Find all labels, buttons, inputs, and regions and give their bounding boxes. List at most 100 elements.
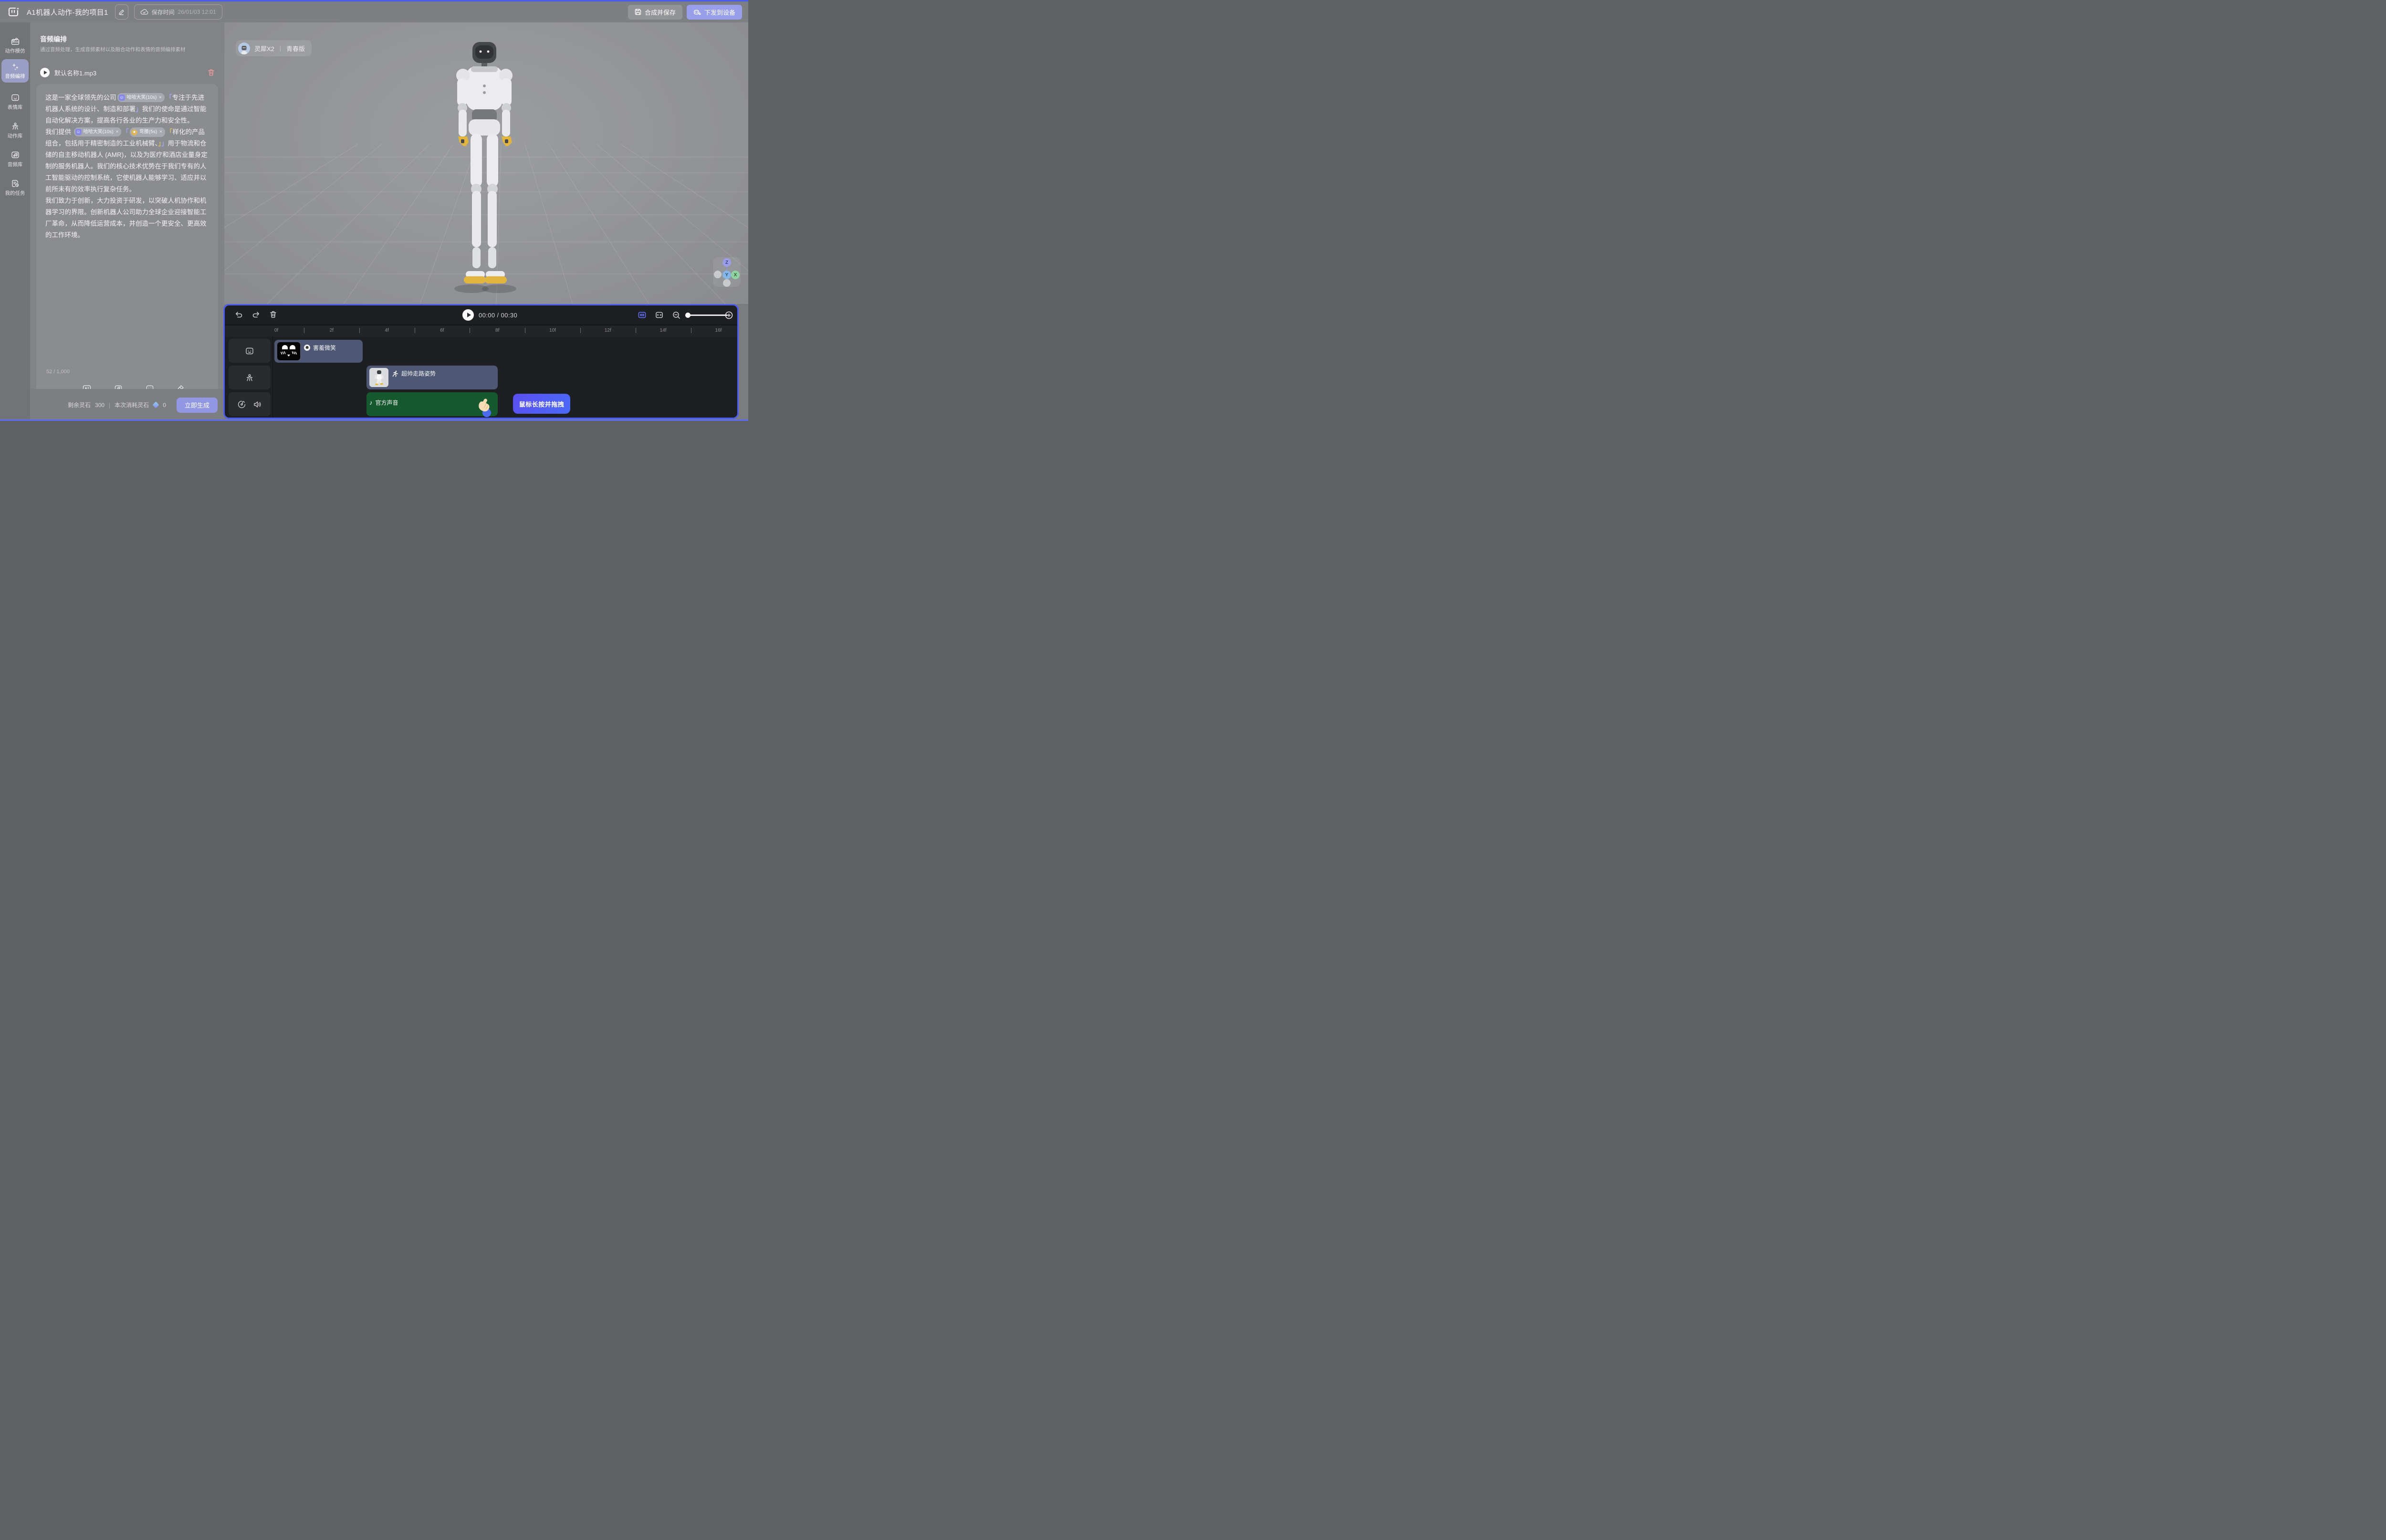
sidebar-item-audio-arrange[interactable]: 音频编排 bbox=[1, 59, 29, 83]
motion-track-header[interactable] bbox=[229, 366, 271, 389]
clapperboard-icon bbox=[11, 37, 20, 45]
y-axis-handle[interactable]: Y bbox=[722, 271, 731, 279]
sidebar-item-expression-library[interactable]: 表情库 bbox=[1, 90, 29, 114]
editor-text: 这是一家全球领先的公司 bbox=[45, 94, 116, 101]
axis-gizmo[interactable]: Z Y X bbox=[713, 257, 741, 287]
deploy-label: 下发到设备 bbox=[704, 8, 735, 17]
remaining-gems-label: 剩余灵石 bbox=[68, 401, 91, 409]
panel-subtitle: 通过音频处理，生成音频素材以及融合动作和表情的音频编排素材 bbox=[40, 46, 219, 53]
ruler-tick bbox=[580, 328, 581, 333]
consume-gems-value: 0 bbox=[163, 402, 166, 409]
ruler-frame-label: 4f bbox=[385, 328, 388, 333]
sidebar-item-label: 我的任务 bbox=[5, 189, 25, 197]
audio-arrange-panel: 音频编排 通过音频处理，生成音频素材以及融合动作和表情的音频编排素材 默认名称1… bbox=[30, 22, 224, 421]
tag-close-icon[interactable]: × bbox=[159, 128, 162, 136]
z-axis-handle[interactable]: Z bbox=[722, 258, 731, 267]
sidebar-item-motion-mimic[interactable]: 动作模仿 bbox=[1, 34, 29, 57]
save-status: 保存时间 26/01/03 12:01 bbox=[134, 4, 222, 20]
music-disc-icon bbox=[238, 400, 246, 409]
model-avatar bbox=[238, 42, 250, 54]
undo-button[interactable] bbox=[235, 311, 243, 318]
deploy-to-device-button[interactable]: 下发到设备 bbox=[687, 5, 742, 20]
audio-track-header[interactable] bbox=[229, 392, 271, 416]
zoom-slider-thumb[interactable] bbox=[685, 313, 691, 318]
delete-audio-icon[interactable] bbox=[208, 69, 215, 76]
char-count: 52 / 1,000 bbox=[46, 369, 70, 375]
music-box-icon bbox=[11, 151, 20, 159]
tag-close-icon[interactable]: × bbox=[159, 94, 162, 102]
sidebar-item-label: 动作模仿 bbox=[5, 47, 25, 54]
app-logo-icon bbox=[8, 6, 20, 18]
model-name: 灵犀X2 bbox=[254, 44, 274, 53]
expression-tag[interactable]: ☺哈哈大笑(10s)× bbox=[117, 93, 165, 103]
remaining-gems-value: 300 bbox=[95, 402, 105, 409]
purple-bracket: 」 bbox=[136, 105, 142, 113]
merge-save-label: 合成并保存 bbox=[645, 8, 676, 17]
hand-cursor-icon bbox=[473, 397, 493, 418]
timeline-zoom-slider[interactable] bbox=[686, 314, 728, 316]
ruler-tick bbox=[359, 328, 360, 333]
tag-label: 哈哈大笑(10s) bbox=[127, 94, 157, 102]
neg-x-axis-handle[interactable] bbox=[714, 271, 722, 278]
viewport-3d[interactable]: 灵犀X2 | 青春版 bbox=[224, 22, 748, 304]
auto-scroll-button[interactable] bbox=[655, 311, 663, 319]
robot-download-icon bbox=[693, 9, 701, 16]
ruler-frame-label: 6f bbox=[440, 328, 444, 333]
runner-icon bbox=[392, 370, 398, 377]
ruler-frame-label: 0f bbox=[274, 328, 278, 333]
ruler-frame-label: 2f bbox=[330, 328, 334, 333]
motion-clip[interactable]: 超帅走路姿势 bbox=[366, 366, 498, 389]
sidebar-item-label: 音频库 bbox=[8, 161, 23, 168]
panel-footer: 剩余灵石 300 | 本次消耗灵石 0 立即生成 bbox=[30, 389, 224, 421]
save-time-value: 26/01/03 12:01 bbox=[178, 9, 216, 15]
project-title: A1机器人动作-我的项目1 bbox=[27, 7, 108, 17]
sidebar-item-my-tasks[interactable]: 我的任务 bbox=[1, 176, 29, 199]
tag-label: 哈哈大笑(10s) bbox=[84, 128, 114, 136]
arrangement-editor[interactable]: 这是一家全球领先的公司☺哈哈大笑(10s)×「专注于先进机器人系统的设计、制造和… bbox=[45, 92, 209, 241]
music-note-icon: ♪ bbox=[369, 399, 373, 406]
generate-now-button[interactable]: 立即生成 bbox=[177, 398, 218, 413]
sidebar-item-audio-library[interactable]: 音频库 bbox=[1, 147, 29, 171]
purple-bracket: 「 bbox=[122, 128, 129, 136]
expression-track-header[interactable] bbox=[229, 339, 271, 363]
rename-project-button[interactable] bbox=[115, 4, 128, 20]
ruler-frame-label: 10f bbox=[549, 328, 556, 333]
expression-clip[interactable]: ☻ 害羞微笑 bbox=[274, 340, 363, 363]
panel-title: 音频编排 bbox=[40, 34, 67, 44]
footer-divider: | bbox=[109, 402, 110, 409]
tag-label: 弯腰(5s) bbox=[139, 128, 157, 136]
robot-model[interactable] bbox=[434, 39, 534, 299]
motion-thumbnail bbox=[369, 368, 388, 387]
sidebar-item-motion-library[interactable]: 动作库 bbox=[1, 119, 29, 142]
header-bar: A1机器人动作-我的项目1 保存时间 26/01/03 12:01 合成并保存 bbox=[0, 1, 748, 22]
zoom-in-icon[interactable] bbox=[725, 311, 733, 319]
yellow-bracket: 」 bbox=[158, 140, 161, 147]
x-axis-handle[interactable]: X bbox=[731, 271, 740, 279]
model-separator: | bbox=[280, 45, 281, 52]
tag-close-icon[interactable]: × bbox=[116, 128, 119, 136]
fit-timeline-button[interactable] bbox=[638, 311, 646, 319]
delete-clip-button[interactable] bbox=[270, 311, 277, 318]
expression-tag[interactable]: ☺哈哈大笑(10s)× bbox=[74, 127, 122, 137]
ruler-frame-label: 8f bbox=[495, 328, 499, 333]
purple-bracket: 」 bbox=[161, 140, 168, 147]
bottom-accent-strip bbox=[0, 419, 748, 421]
expression-clip-label: 害羞微笑 bbox=[313, 344, 336, 352]
task-list-icon bbox=[11, 179, 20, 188]
action-tag[interactable]: ★弯腰(5s)× bbox=[130, 127, 165, 137]
play-audio-button[interactable] bbox=[40, 68, 50, 77]
purple-bracket: 「 bbox=[166, 94, 172, 101]
frame-ruler[interactable]: 0f2f4f6f8f10f12f14f16f bbox=[225, 325, 737, 336]
merge-save-button[interactable]: 合成并保存 bbox=[628, 5, 682, 20]
ruler-frame-label: 12f bbox=[605, 328, 611, 333]
editor-text: 我们致力于创新，大力投资于研发，以突破人机协作和机器学习的界限。创新机器人公司助… bbox=[45, 197, 207, 239]
smiley-icon: ☻ bbox=[304, 345, 310, 351]
floppy-icon bbox=[635, 9, 641, 15]
timeline-play-button[interactable] bbox=[462, 309, 474, 321]
action-tag-icon: ★ bbox=[131, 129, 137, 136]
neg-z-axis-handle[interactable] bbox=[723, 279, 731, 287]
redo-button[interactable] bbox=[252, 311, 260, 318]
person-icon bbox=[245, 374, 254, 382]
audio-file-name: 默认名称1.mp3 bbox=[54, 68, 96, 77]
zoom-out-icon[interactable] bbox=[672, 311, 680, 319]
